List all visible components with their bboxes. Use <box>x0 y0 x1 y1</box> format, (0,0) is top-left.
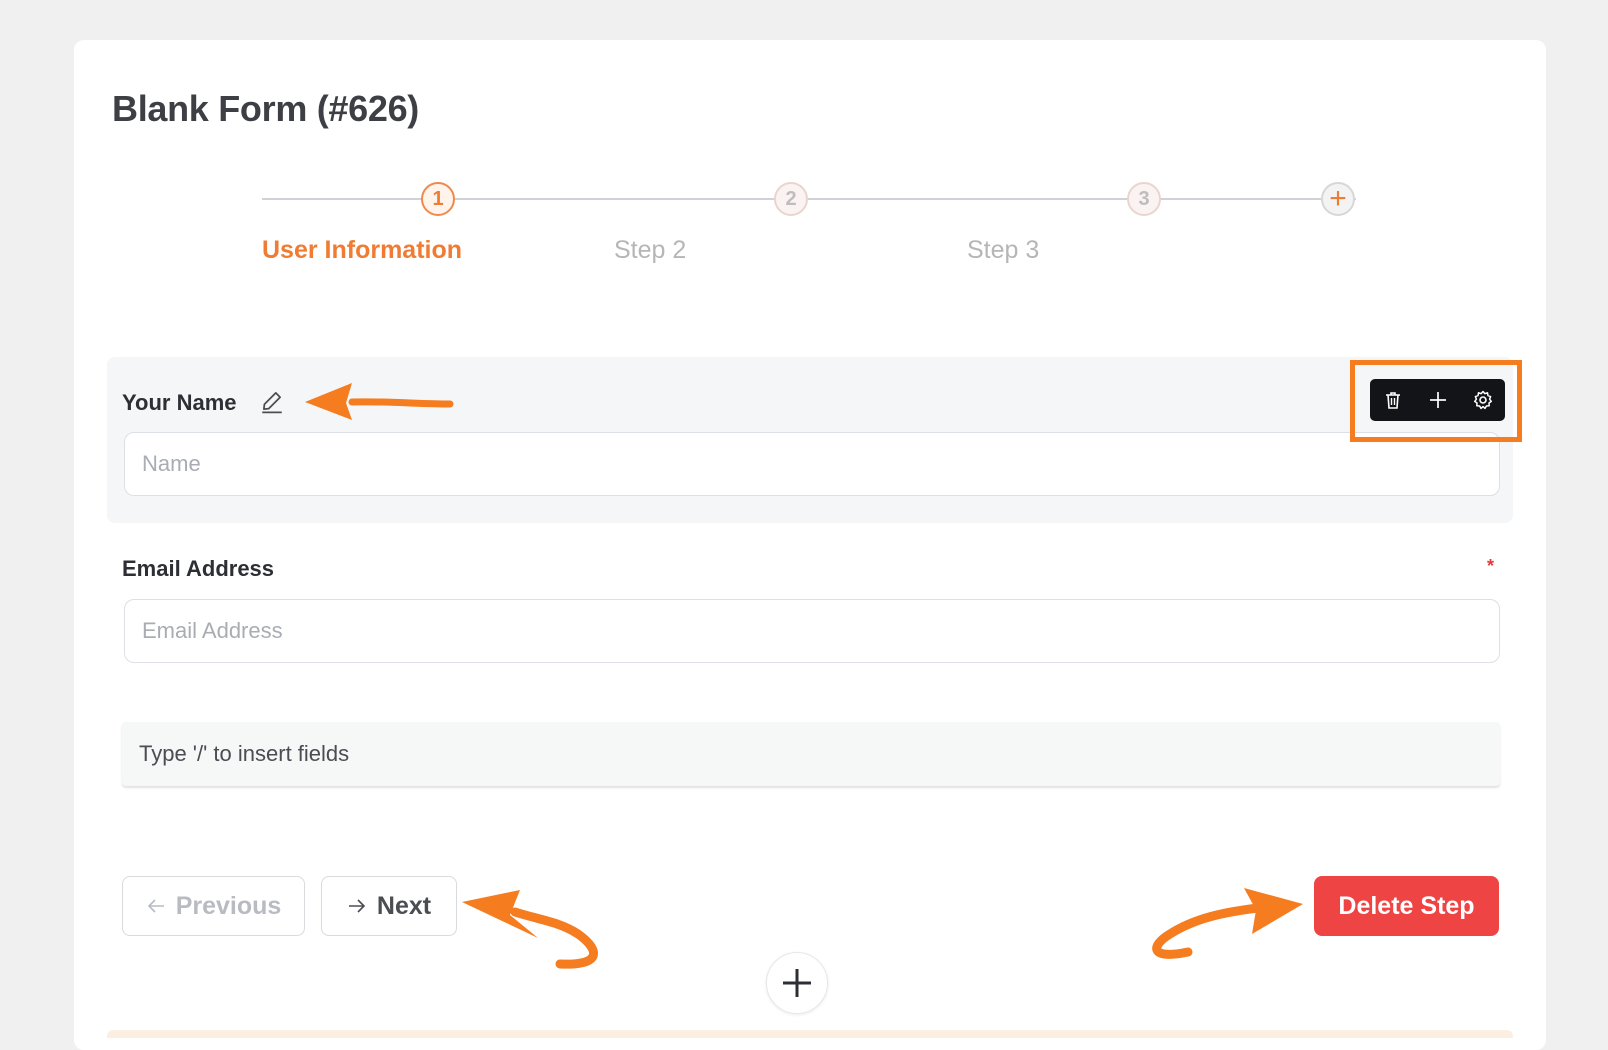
arrow-left-icon <box>147 899 164 913</box>
plus-icon[interactable] <box>1426 388 1450 412</box>
email-field-label[interactable]: Email Address <box>122 556 274 582</box>
next-block-preview <box>107 1030 1513 1038</box>
pencil-icon[interactable] <box>259 388 285 414</box>
step-1-label[interactable]: User Information <box>262 236 462 265</box>
step-3-label[interactable]: Step 3 <box>967 236 1039 265</box>
step-2-label[interactable]: Step 2 <box>614 236 686 265</box>
add-step-button[interactable]: + <box>1321 182 1355 216</box>
step-2-indicator[interactable]: 2 <box>774 182 808 216</box>
block-inserter-input[interactable]: Type '/' to insert fields <box>122 722 1500 786</box>
step-3-indicator[interactable]: 3 <box>1127 182 1161 216</box>
name-field-label[interactable]: Your Name <box>122 390 237 416</box>
required-asterisk: * <box>1487 556 1495 576</box>
add-block-button[interactable] <box>766 952 828 1014</box>
arrow-right-icon <box>348 899 366 913</box>
previous-button-label: Previous <box>175 891 282 920</box>
step-1-indicator[interactable]: 1 <box>421 182 455 216</box>
page-title: Blank Form (#626) <box>112 88 419 129</box>
trash-icon[interactable] <box>1381 388 1405 412</box>
block-toolbar <box>1370 379 1505 421</box>
previous-button[interactable]: Previous <box>122 876 305 936</box>
next-button-label: Next <box>376 891 432 920</box>
delete-step-button[interactable]: Delete Step <box>1314 876 1499 936</box>
gear-icon[interactable] <box>1471 388 1495 412</box>
name-input[interactable]: Name <box>124 432 1500 496</box>
plus-icon <box>783 969 811 997</box>
email-input[interactable]: Email Address <box>124 599 1500 663</box>
next-button[interactable]: Next <box>321 876 457 936</box>
